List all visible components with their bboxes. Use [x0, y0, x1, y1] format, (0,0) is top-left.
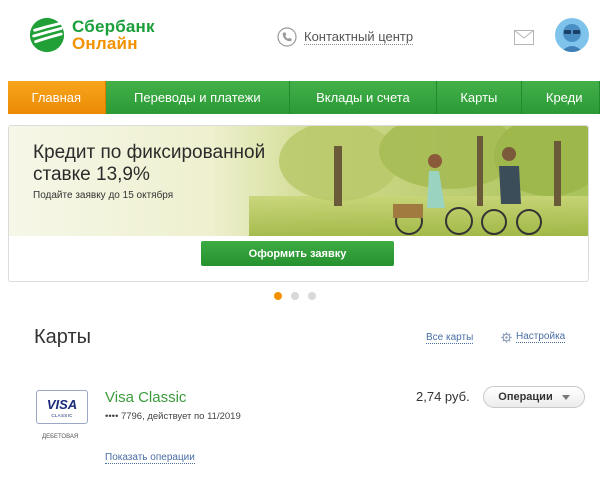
settings-label: Настройка: [516, 331, 566, 343]
card-balance: 2,74 руб.: [416, 389, 470, 404]
banner-title: Кредит по фиксированной ставке 13,9%: [33, 142, 293, 186]
cards-section-title: Карты: [34, 326, 91, 348]
carousel-dot[interactable]: [291, 292, 299, 300]
visa-classic-text: CLASSIC: [51, 413, 73, 418]
carousel-dot[interactable]: [274, 292, 282, 300]
mail-icon[interactable]: [514, 30, 534, 45]
phone-icon: [277, 27, 297, 47]
sberbank-logo[interactable]: Сбербанк Онлайн: [28, 16, 155, 54]
logo-line-1: Сбербанк: [72, 17, 155, 36]
card-name-link[interactable]: Visa Classic: [105, 389, 186, 406]
sberbank-logo-icon: [29, 17, 65, 53]
settings-link[interactable]: Настройка: [501, 331, 566, 343]
show-operations-link[interactable]: Показать операции: [105, 452, 195, 464]
header: Сбербанк Онлайн Контактный центр: [0, 0, 600, 80]
visa-brand-text: VISA: [46, 397, 78, 412]
banner-title-line-1: Кредит по фиксированной: [33, 142, 266, 163]
all-cards-link[interactable]: Все карты: [426, 332, 474, 344]
banner-title-line-2: ставке 13,9%: [33, 164, 150, 185]
nav-item-cards[interactable]: Карты: [436, 81, 522, 114]
operations-label: Операции: [498, 391, 553, 403]
main-navigation: Главная Переводы и платежи Вклады и счет…: [8, 81, 600, 114]
logo-line-2: Онлайн: [72, 34, 138, 53]
nav-item-credits[interactable]: Креди: [521, 81, 600, 114]
visa-card-logo: VISA CLASSIC: [36, 390, 88, 424]
carousel-dots: [274, 292, 325, 300]
gear-icon: [501, 331, 512, 343]
card-type-label: ДЕБЕТОВАЯ: [42, 434, 79, 440]
nav-item-deposits[interactable]: Вклады и счета: [290, 81, 437, 114]
operations-dropdown-button[interactable]: Операции: [483, 386, 585, 408]
banner-subtitle: Подайте заявку до 15 октября: [33, 190, 174, 201]
user-avatar-icon: [555, 18, 589, 52]
carousel-dot[interactable]: [308, 292, 316, 300]
contact-center-label: Контактный центр: [304, 28, 414, 45]
card-details: •••• 7796, действует по 11/2019: [105, 411, 241, 422]
contact-center-link[interactable]: Контактный центр: [277, 27, 414, 47]
chevron-down-icon: [561, 394, 570, 400]
apply-button[interactable]: Оформить заявку: [201, 241, 394, 266]
promo-banner: Кредит по фиксированной ставке 13,9% Под…: [8, 125, 589, 282]
nav-item-home[interactable]: Главная: [8, 81, 106, 114]
avatar[interactable]: [555, 18, 589, 52]
nav-item-transfers[interactable]: Переводы и платежи: [105, 81, 291, 114]
